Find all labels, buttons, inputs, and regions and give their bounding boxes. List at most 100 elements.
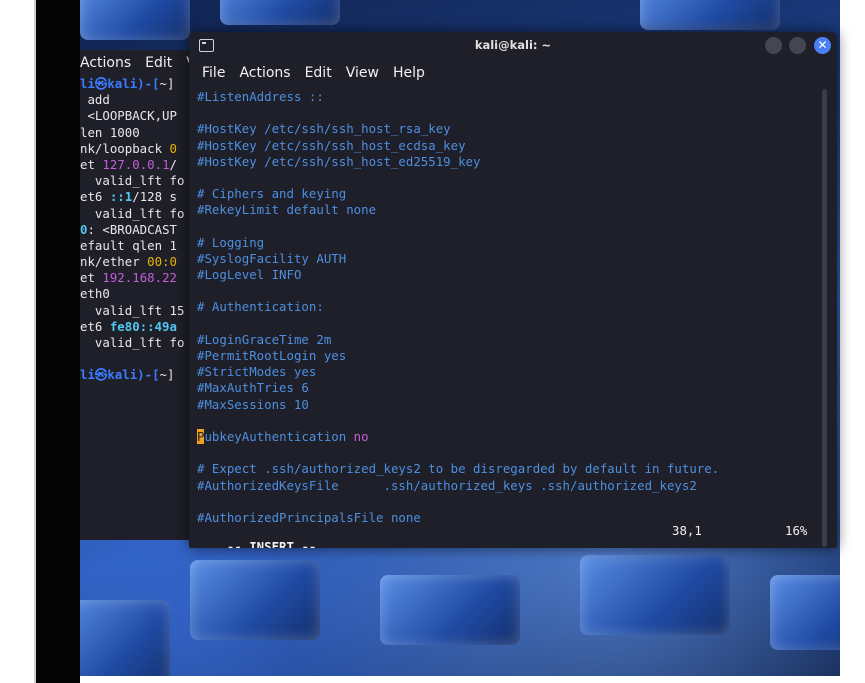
wallpaper-cube [80,600,170,683]
config-line: # Expect .ssh/authorized_keys2 to be dis… [197,461,720,477]
bg-output-segment: li [80,76,95,91]
bg-output-segment: / [169,156,177,172]
background-terminal-window[interactable]: Actions Edit V li㉿kali)-[~] add <LOOPBAC… [80,50,192,540]
bg-output-segment: ~] [159,76,175,91]
bg-output-segment: nk/loopback [80,140,170,156]
config-line: #HostKey /etc/ssh/ssh_host_ed25519_key [197,153,481,169]
bg-output-line: <LOOPBACK,UP [80,108,192,124]
bg-output-line: 0: <BROADCAST [80,222,192,238]
config-line: #RekeyLimit default none [197,202,377,218]
bg-output-segment: ::1 [109,189,133,205]
wallpaper-cube [770,575,840,650]
bg-output-segment: ㉿ [94,76,108,91]
bg-output-segment: fe80::49a [109,318,177,334]
bg-output-line: li㉿kali)-[~] [80,76,192,92]
bg-output-segment: ㉿ [94,367,108,383]
bg-output-segment: valid_lft 15 [80,302,185,318]
bg-output-segment: efault qlen 1 [80,237,177,253]
maximize-button[interactable] [789,37,806,54]
bg-output-line: valid_lft 15 [80,303,192,319]
config-line: #PermitRootLogin yes [197,348,347,363]
bg-output-segment: /128 s [132,189,177,205]
bg-output-line: eth0 [80,286,192,302]
menu-view[interactable]: View [346,65,379,81]
bg-output-segment: et6 [80,189,110,205]
config-line: # Authentication: [197,299,324,315]
bg-output-line: et6 ::1/128 s [80,189,192,205]
bg-output-segment: 192.168.22 [102,270,177,286]
config-line: #MaxSessions 10 [197,396,309,412]
config-line: #MaxAuthTries 6 [197,380,309,396]
config-line [197,445,823,461]
bg-output-segment: eth0 [80,286,110,302]
bg-output-line: et6 fe80::49a [80,319,192,335]
scroll-percent: 16% [785,523,808,538]
menu-file[interactable]: File [202,65,225,81]
page-margin-bottom [80,676,865,683]
minimize-button[interactable] [765,37,782,54]
wallpaper-cube [220,0,340,25]
bg-output-segment: li [80,367,95,383]
config-line: #HostKey /etc/ssh/ssh_host_ecdsa_key [197,137,466,153]
terminal-window[interactable]: kali@kali: ~ ✕ File Actions Edit View He… [189,32,837,548]
menu-help[interactable]: Help [393,65,425,81]
page-margin-right [840,0,865,683]
terminal-titlebar[interactable]: kali@kali: ~ ✕ [189,32,837,60]
config-line: # Ciphers and keying [197,186,347,202]
vim-editor-buffer[interactable]: #ListenAddress :: #HostKey /etc/ssh/ssh_h… [197,89,823,526]
config-line: #SyslogFacility AUTH [197,250,347,266]
wallpaper-cube [580,555,730,635]
bg-output-segment: et [80,156,103,172]
config-line: # Logging [197,234,265,250]
menu-edit[interactable]: Edit [305,65,332,81]
bg-output-segment: <LOOPBACK,UP [80,108,177,124]
bg-menu-actions[interactable]: Actions [80,55,131,71]
bg-output-line: nk/loopback 0 [80,141,192,157]
terminal-menubar: File Actions Edit View Help [189,60,837,86]
wallpaper-cube [640,0,780,30]
bg-output-line: add [80,92,192,108]
bg-output-line: et 192.168.22 [80,270,192,286]
config-key: ubkeyAuthentication [204,428,354,444]
bg-output-segment: add [80,92,110,108]
bg-output-segment: valid_lft fo [80,205,185,221]
config-line [197,283,823,299]
config-value: no [353,428,369,444]
config-line-pubkey-authentication: PubkeyAuthentication no [197,428,823,445]
config-line [197,105,823,121]
bg-output-line: efault qlen 1 [80,238,192,254]
bg-output-line: len 1000 [80,125,192,141]
bg-output-segment: )-[ [137,76,160,91]
close-icon: ✕ [817,38,828,52]
bg-output-segment: et [80,270,103,286]
config-line: #LogLevel INFO [197,267,302,283]
terminal-scrollbar[interactable] [822,89,827,547]
bg-output-segment: )-[ [137,367,160,383]
menu-actions[interactable]: Actions [239,65,290,81]
bg-menu-edit[interactable]: Edit [145,55,172,71]
cursor-position: 38,1 [672,523,702,538]
bg-output-segment: : <BROADCAST [87,221,177,237]
bg-output-segment: valid_lft fo [80,335,185,350]
config-line [197,413,823,429]
bg-output-line: valid_lft fo [80,206,192,222]
close-button[interactable]: ✕ [814,37,831,54]
frame-strip [36,0,80,683]
bg-output-segment: 127.0.0.1 [102,156,170,172]
bg-output-line: valid_lft fo [80,173,192,189]
config-line: #StrictModes yes [197,364,317,380]
page-margin [0,0,34,683]
wallpaper-cube [80,0,190,40]
wallpaper-cube [380,575,520,645]
bg-output-segment: valid_lft fo [80,173,185,189]
bg-output-segment: et6 [80,318,110,334]
vim-mode: -- INSERT -- [226,539,317,548]
bg-output-line: et 127.0.0.1/ [80,157,192,173]
bg-output-segment: ~] [159,367,175,383]
wallpaper-cube [190,560,320,640]
bg-output-line [80,351,192,367]
config-line [197,316,823,332]
bg-output-segment: 00:0 [147,254,177,270]
vim-status-line: -- INSERT -- 38,1 16% [197,523,817,548]
window-title: kali@kali: ~ [474,38,552,52]
